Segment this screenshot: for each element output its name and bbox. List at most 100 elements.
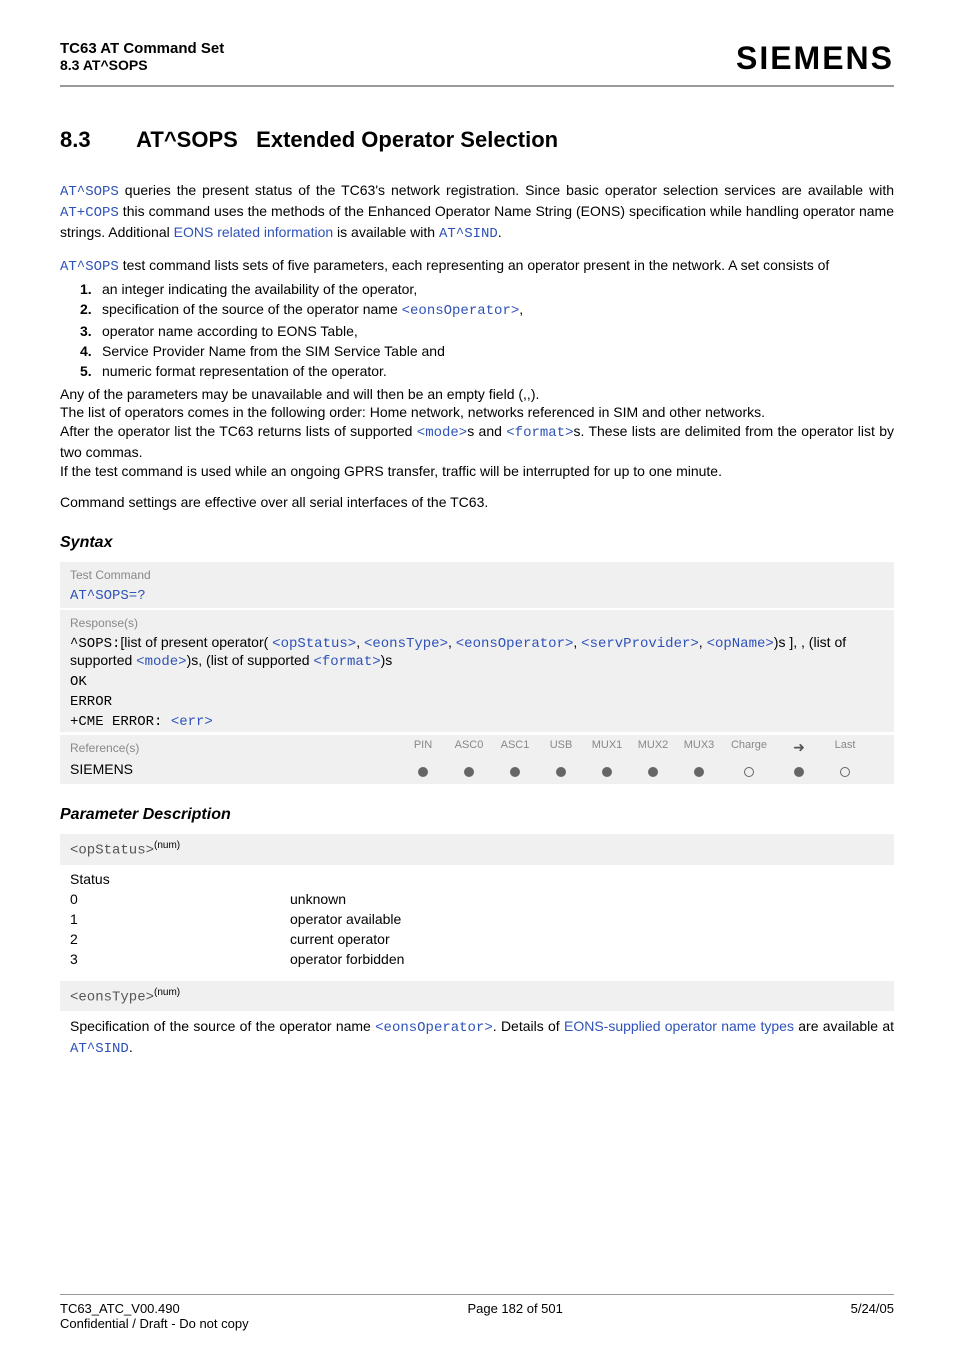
- post-p2: The list of operators comes in the follo…: [60, 403, 894, 422]
- response-label: Response(s): [60, 610, 894, 632]
- doc-title: TC63 AT Command Set: [60, 40, 224, 57]
- eonstype-description: Specification of the source of the opera…: [60, 1017, 894, 1059]
- page-header: TC63 AT Command Set 8.3 AT^SOPS SIEMENS: [60, 40, 894, 77]
- param-link-eonsoperator-2[interactable]: <eonsOperator>: [456, 636, 574, 652]
- ref-col-pin: PIN: [400, 735, 446, 760]
- ref-col-asc0: ASC0: [446, 735, 492, 760]
- section-cmd: AT^SOPS: [136, 127, 238, 153]
- ref-dot-cell: [400, 760, 446, 784]
- list-item: 1.an integer indicating the availability…: [80, 281, 894, 297]
- dot-filled-icon: [694, 767, 704, 777]
- ref-col-arrow: ➜: [776, 735, 822, 760]
- status-value: unknown: [290, 891, 346, 907]
- section-desc: Extended Operator Selection: [256, 127, 558, 152]
- dot-filled-icon: [648, 767, 658, 777]
- status-row: 0unknown: [70, 891, 894, 907]
- param-link-mode[interactable]: <mode>: [417, 425, 467, 441]
- response-block: Response(s) ^SOPS:[list of present opera…: [60, 610, 894, 732]
- cmd-link-atsops-2[interactable]: AT^SOPS: [60, 259, 119, 275]
- param-link-servprovider[interactable]: <servProvider>: [581, 636, 699, 652]
- param-link-err[interactable]: <err>: [171, 714, 213, 730]
- ref-dot-cell: [722, 760, 776, 784]
- parameter-description-heading: Parameter Description: [60, 806, 894, 824]
- param-link-opname[interactable]: <opName>: [707, 636, 774, 652]
- footer-center: Page 182 of 501: [467, 1301, 562, 1316]
- response-ok: OK: [60, 672, 894, 692]
- cmd-link-atsind[interactable]: AT^SIND: [439, 226, 498, 242]
- status-row: 3operator forbidden: [70, 951, 894, 967]
- status-value: operator available: [290, 911, 401, 927]
- param-bar-eonstype: <eonsType>(num): [60, 981, 894, 1012]
- para2-text: test command lists sets of five paramete…: [119, 257, 829, 273]
- section-label: 8.3 AT^SOPS: [60, 57, 224, 73]
- param-link-eonsoperator[interactable]: <eonsOperator>: [402, 303, 520, 319]
- header-rule: [60, 85, 894, 87]
- param-link-opstatus[interactable]: <opStatus>: [272, 636, 356, 652]
- param-link-format-2[interactable]: <format>: [313, 654, 380, 670]
- list-text-5: numeric format representation of the ope…: [102, 363, 387, 379]
- resp-c1: ,: [356, 634, 364, 650]
- param-link-format[interactable]: <format>: [506, 425, 573, 441]
- cme-prefix: +CME ERROR:: [70, 714, 171, 730]
- status-key: 3: [70, 951, 290, 967]
- eonstype-t4: .: [129, 1039, 133, 1055]
- opstatus-status-label: Status: [60, 871, 894, 887]
- resp-c2: ,: [448, 634, 456, 650]
- list-item: 2.specification of the source of the ope…: [80, 301, 894, 319]
- status-row: 1operator available: [70, 911, 894, 927]
- ref-header-row: PIN ASC0 ASC1 USB MUX1 MUX2 MUX3 Charge …: [400, 735, 894, 760]
- dot-filled-icon: [510, 767, 520, 777]
- opstatus-table: 0unknown1operator available2current oper…: [70, 891, 894, 967]
- eonstype-t3: are available at: [794, 1018, 894, 1034]
- ref-dot-cell: [630, 760, 676, 784]
- cmd-link-atcops[interactable]: AT+COPS: [60, 205, 119, 221]
- intro-paragraph: AT^SOPS queries the present status of th…: [60, 181, 894, 244]
- eonstype-t1: Specification of the source of the opera…: [70, 1018, 375, 1034]
- param-sup-num: (num): [154, 840, 180, 851]
- intro-text-3: is available with: [333, 224, 439, 240]
- param-sup-num-2: (num): [154, 987, 180, 998]
- param-link-mode-2[interactable]: <mode>: [136, 654, 186, 670]
- post-p3b: s and: [467, 423, 506, 439]
- ref-dot-cell: [676, 760, 722, 784]
- reference-label: Reference(s): [60, 735, 400, 757]
- ref-col-mux3: MUX3: [676, 735, 722, 760]
- eons-types-link[interactable]: EONS-supplied operator name types: [564, 1018, 794, 1034]
- resp-text-3: )s, (list of supported: [187, 652, 314, 668]
- ref-dot-cell: [776, 760, 822, 784]
- set-list: 1.an integer indicating the availability…: [60, 281, 894, 379]
- footer-confidential: Confidential / Draft - Do not copy: [60, 1316, 894, 1331]
- ref-col-mux2: MUX2: [630, 735, 676, 760]
- status-key: 1: [70, 911, 290, 927]
- header-left-block: TC63 AT Command Set 8.3 AT^SOPS: [60, 40, 224, 73]
- param-link-eonsoperator-3[interactable]: <eonsOperator>: [375, 1020, 493, 1036]
- ref-dot-cell: [492, 760, 538, 784]
- status-value: current operator: [290, 931, 390, 947]
- param-name-opstatus: <opStatus>: [70, 843, 154, 859]
- ref-dot-cell: [584, 760, 630, 784]
- syntax-heading: Syntax: [60, 534, 894, 552]
- ref-col-mux1: MUX1: [584, 735, 630, 760]
- dot-filled-icon: [602, 767, 612, 777]
- ref-col-asc1: ASC1: [492, 735, 538, 760]
- response-error: ERROR: [60, 692, 894, 712]
- eons-info-link[interactable]: EONS related information: [174, 224, 334, 240]
- test-command-code: AT^SOPS=?: [60, 584, 894, 608]
- footer-doc-id: TC63_ATC_V00.490: [60, 1301, 180, 1316]
- list-text-2a: specification of the source of the opera…: [102, 301, 402, 317]
- response-cme: +CME ERROR: <err>: [60, 712, 894, 732]
- param-bar-opstatus: <opStatus>(num): [60, 834, 894, 865]
- resp-text-4: )s: [381, 652, 393, 668]
- footer-rule: [60, 1294, 894, 1295]
- param-link-eonstype[interactable]: <eonsType>: [364, 636, 448, 652]
- list-text-2c: ,: [519, 301, 523, 317]
- dot-empty-icon: [840, 767, 850, 777]
- cmd-link-atsops[interactable]: AT^SOPS: [60, 184, 119, 200]
- brand-logo: SIEMENS: [736, 40, 894, 77]
- dot-empty-icon: [744, 767, 754, 777]
- cmd-link-atsind-2[interactable]: AT^SIND: [70, 1041, 129, 1057]
- post-p3a: After the operator list the TC63 returns…: [60, 423, 417, 439]
- ref-dot-cell: [822, 760, 868, 784]
- dot-filled-icon: [794, 767, 804, 777]
- resp-prefix: ^SOPS:: [70, 636, 120, 652]
